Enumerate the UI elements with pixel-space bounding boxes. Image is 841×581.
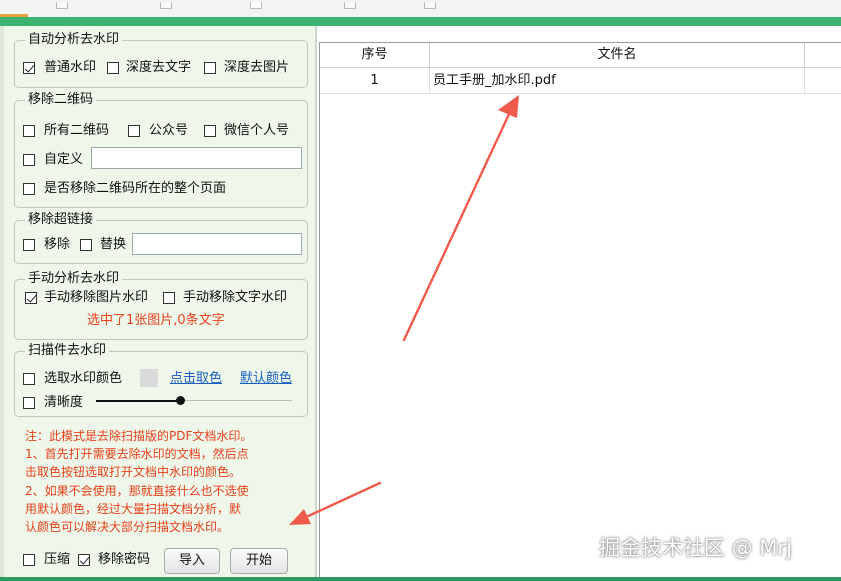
official-account-checkbox[interactable] <box>128 125 140 137</box>
manual-image-label: 手动移除图片水印 <box>44 290 149 305</box>
compress-checkbox[interactable] <box>23 554 35 566</box>
clarity-checkbox[interactable] <box>23 397 35 409</box>
import-button[interactable]: 导入 <box>164 548 220 574</box>
toolbar-icon[interactable] <box>160 2 172 9</box>
manual-image-checkbox[interactable] <box>25 292 37 304</box>
clarity-slider-rail <box>176 400 292 401</box>
all-qr-checkbox[interactable] <box>23 125 35 137</box>
custom-qr-label: 自定义 <box>44 152 84 167</box>
remove-link-label: 移除 <box>44 237 71 252</box>
remove-password-checkbox[interactable] <box>78 554 90 566</box>
group-title: 手动分析去水印 <box>25 271 123 287</box>
replace-link-label: 替换 <box>100 237 127 252</box>
clarity-label: 清晰度 <box>44 395 84 410</box>
deep-text-label: 深度去文字 <box>126 60 192 75</box>
remove-link-checkbox[interactable] <box>23 239 35 251</box>
column-header-extra <box>805 43 841 68</box>
deep-image-checkbox[interactable] <box>204 62 216 74</box>
remove-password-label: 移除密码 <box>98 552 151 567</box>
group-title: 移除超链接 <box>25 212 97 228</box>
toolbar-icon[interactable] <box>424 2 436 9</box>
default-color-link[interactable]: 默认颜色 <box>240 371 292 387</box>
pick-color-link[interactable]: 点击取色 <box>170 371 222 387</box>
panel-splitter[interactable] <box>315 26 317 581</box>
note-line: 注：此模式是去除扫描版的PDF文档水印。 <box>25 429 253 443</box>
column-header-filename[interactable]: 文件名 <box>430 43 805 68</box>
pick-color-label: 选取水印颜色 <box>44 371 123 386</box>
replace-link-input[interactable] <box>132 233 302 255</box>
group-title: 扫描件去水印 <box>25 343 110 359</box>
panel-edge <box>0 26 4 581</box>
group-title: 移除二维码 <box>25 92 97 108</box>
manual-text-checkbox[interactable] <box>163 292 175 304</box>
compress-label: 压缩 <box>44 552 71 567</box>
status-accent-bar <box>0 577 841 581</box>
remove-whole-page-checkbox[interactable] <box>23 183 35 195</box>
wechat-personal-checkbox[interactable] <box>204 125 216 137</box>
watermark-color-swatch[interactable] <box>140 369 158 387</box>
note-line: 用默认颜色，经过大量扫描文档分析，默 <box>25 501 242 516</box>
deep-image-label: 深度去图片 <box>224 60 290 75</box>
note-line: 认颜色可以解决大部分扫描文档水印。 <box>25 520 230 535</box>
scan-mode-notes: 注：此模式是去除扫描版的PDF文档水印。 1、首先打开需要去除水印的文档，然后点… <box>25 427 300 536</box>
replace-link-checkbox[interactable] <box>80 239 92 251</box>
clarity-slider-track[interactable] <box>96 400 180 402</box>
title-accent-bar <box>0 17 841 26</box>
note-line: 1、首先打开需要去除水印的文档，然后点 <box>25 447 249 462</box>
row-index-cell[interactable]: 1 <box>320 68 430 94</box>
official-account-label: 公众号 <box>149 123 189 138</box>
custom-qr-input[interactable] <box>91 147 302 169</box>
normal-watermark-label: 普通水印 <box>44 60 97 75</box>
toolbar-icon[interactable] <box>56 2 68 9</box>
manual-text-label: 手动移除文字水印 <box>183 290 288 305</box>
row-extra-cell <box>805 68 841 94</box>
column-header-index[interactable]: 序号 <box>320 43 430 68</box>
site-watermark: 掘金技术社区 @ Mrj <box>599 536 792 560</box>
normal-watermark-checkbox[interactable] <box>23 62 35 74</box>
group-title: 自动分析去水印 <box>25 32 123 48</box>
start-button[interactable]: 开始 <box>230 548 288 574</box>
all-qr-label: 所有二维码 <box>44 123 110 138</box>
toolbar-icon[interactable] <box>250 2 262 9</box>
toolbar-icon[interactable] <box>344 2 356 9</box>
file-list-table: 序号 文件名 1 员工手册_加水印.pdf <box>319 42 841 577</box>
clarity-slider-handle[interactable] <box>176 396 185 405</box>
note-line: 2、如果不会使用，那就直接什么也不选使 <box>25 483 249 498</box>
manual-watermark-group: 手动分析去水印 <box>14 271 308 340</box>
pick-color-checkbox[interactable] <box>23 373 35 385</box>
note-line: 击取色按钮选取打开文档中水印的颜色。 <box>25 465 242 480</box>
deep-text-checkbox[interactable] <box>107 62 119 74</box>
remove-whole-page-label: 是否移除二维码所在的整个页面 <box>44 181 227 196</box>
selection-status-text: 选中了1张图片,0条文字 <box>87 313 225 328</box>
custom-qr-checkbox[interactable] <box>23 154 35 166</box>
top-toolbar-strip <box>0 0 841 18</box>
wechat-personal-label: 微信个人号 <box>224 123 290 138</box>
row-filename-cell[interactable]: 员工手册_加水印.pdf <box>430 68 805 94</box>
